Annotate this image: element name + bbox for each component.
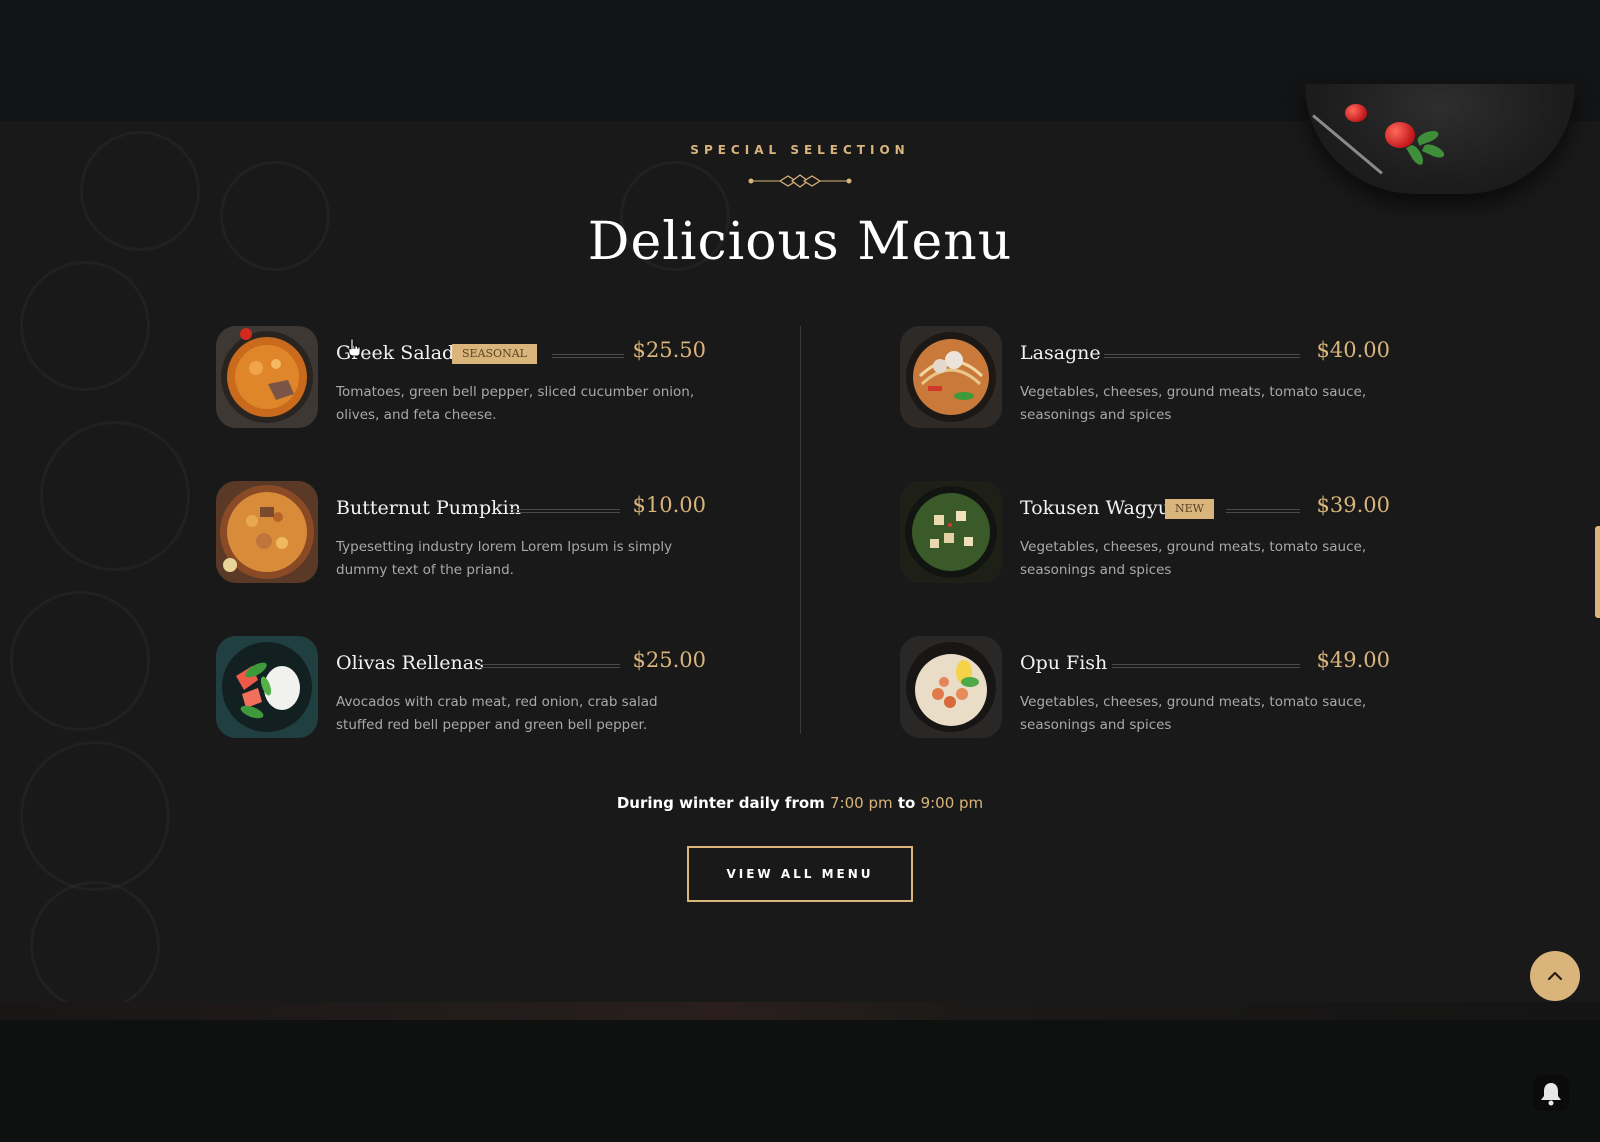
hours-start: 7:00 pm [830, 794, 893, 812]
noodle-dish-image [900, 326, 1002, 428]
leader-line [552, 354, 624, 358]
menu-item-price: $25.00 [632, 648, 706, 672]
salad-plate-image [216, 636, 318, 738]
spinach-curry-image [900, 481, 1002, 583]
menu-item[interactable]: Greek Salad SEASONAL $25.50 Tomatoes, gr… [216, 326, 706, 436]
menu-item-price: $10.00 [632, 493, 706, 517]
leader-line [1226, 509, 1300, 513]
menu-item-description: Tomatoes, green bell pepper, sliced cucu… [336, 384, 695, 423]
column-divider [800, 326, 801, 734]
menu-item-name: Lasagne [1020, 342, 1101, 364]
opening-hours: During winter daily from 7:00 pm to 9:00… [0, 794, 1600, 812]
bell-icon [1541, 1083, 1561, 1106]
dish-thumbnail [900, 481, 1002, 583]
side-panel-tab[interactable] [1595, 526, 1600, 618]
menu-item-name: Opu Fish [1020, 652, 1108, 674]
dish-thumbnail [900, 326, 1002, 428]
menu-item-description: Vegetables, cheeses, ground meats, tomat… [1020, 694, 1367, 733]
decorative-doodle [30, 881, 160, 1002]
chevron-up-icon [1547, 971, 1563, 981]
footer-band [0, 1002, 1600, 1142]
hours-connector: to [897, 794, 916, 812]
menu-item[interactable]: Lasagne $40.00 Vegetables, cheeses, grou… [900, 326, 1390, 436]
menu-item-price: $39.00 [1316, 493, 1390, 517]
menu-item-name: Tokusen Wagyu [1020, 497, 1170, 519]
decorative-doodle [20, 261, 150, 391]
menu-item[interactable]: Butternut Pumpkin $10.00 Typesetting ind… [216, 481, 706, 591]
leader-line [510, 509, 620, 513]
menu-item-description: Vegetables, cheeses, ground meats, tomat… [1020, 539, 1367, 578]
hours-prefix: During winter daily from [616, 794, 825, 812]
new-badge: NEW [1165, 499, 1214, 519]
leader-line [1112, 664, 1300, 668]
menu-item[interactable]: Tokusen Wagyu NEW $39.00 Vegetables, che… [900, 481, 1390, 591]
decorative-doodle [10, 591, 150, 731]
footer-image-strip [0, 1002, 1600, 1020]
section-eyebrow: SPECIAL SELECTION [690, 143, 910, 157]
dish-thumbnail [216, 326, 318, 428]
menu-item[interactable]: Olivas Rellenas $25.00 Avocados with cra… [216, 636, 706, 746]
decorative-doodle [40, 421, 190, 571]
leader-line [480, 664, 620, 668]
menu-item-name: Butternut Pumpkin [336, 497, 521, 519]
tomato-shape [1345, 104, 1367, 122]
curry-bowl-image [216, 326, 318, 428]
seafood-dish-image [900, 636, 1002, 738]
notifications-button[interactable] [1533, 1075, 1569, 1111]
menu-item-price: $25.50 [632, 338, 706, 362]
mouse-cursor-icon [348, 338, 361, 357]
menu-item-description: Typesetting industry lorem Lorem Ipsum i… [336, 539, 673, 578]
menu-item-price: $49.00 [1316, 648, 1390, 672]
view-all-menu-button[interactable]: VIEW ALL MENU [687, 846, 913, 902]
rice-dish-image [216, 481, 318, 583]
leader-line [1104, 354, 1300, 358]
menu-item[interactable]: Opu Fish $49.00 Vegetables, cheeses, gro… [900, 636, 1390, 746]
seasonal-badge: SEASONAL [452, 344, 537, 364]
ornament-divider-icon [748, 174, 852, 188]
decorative-doodle [20, 741, 170, 891]
dish-thumbnail [216, 636, 318, 738]
page-title: Delicious Menu [587, 212, 1013, 272]
dish-thumbnail [216, 481, 318, 583]
menu-item-description: Vegetables, cheeses, ground meats, tomat… [1020, 384, 1367, 423]
scroll-to-top-button[interactable] [1530, 951, 1580, 1001]
menu-item-description: Avocados with crab meat, red onion, crab… [336, 694, 658, 733]
menu-item-price: $40.00 [1316, 338, 1390, 362]
hours-end: 9:00 pm [920, 794, 984, 812]
menu-item-name: Olivas Rellenas [336, 652, 484, 674]
dish-thumbnail [900, 636, 1002, 738]
